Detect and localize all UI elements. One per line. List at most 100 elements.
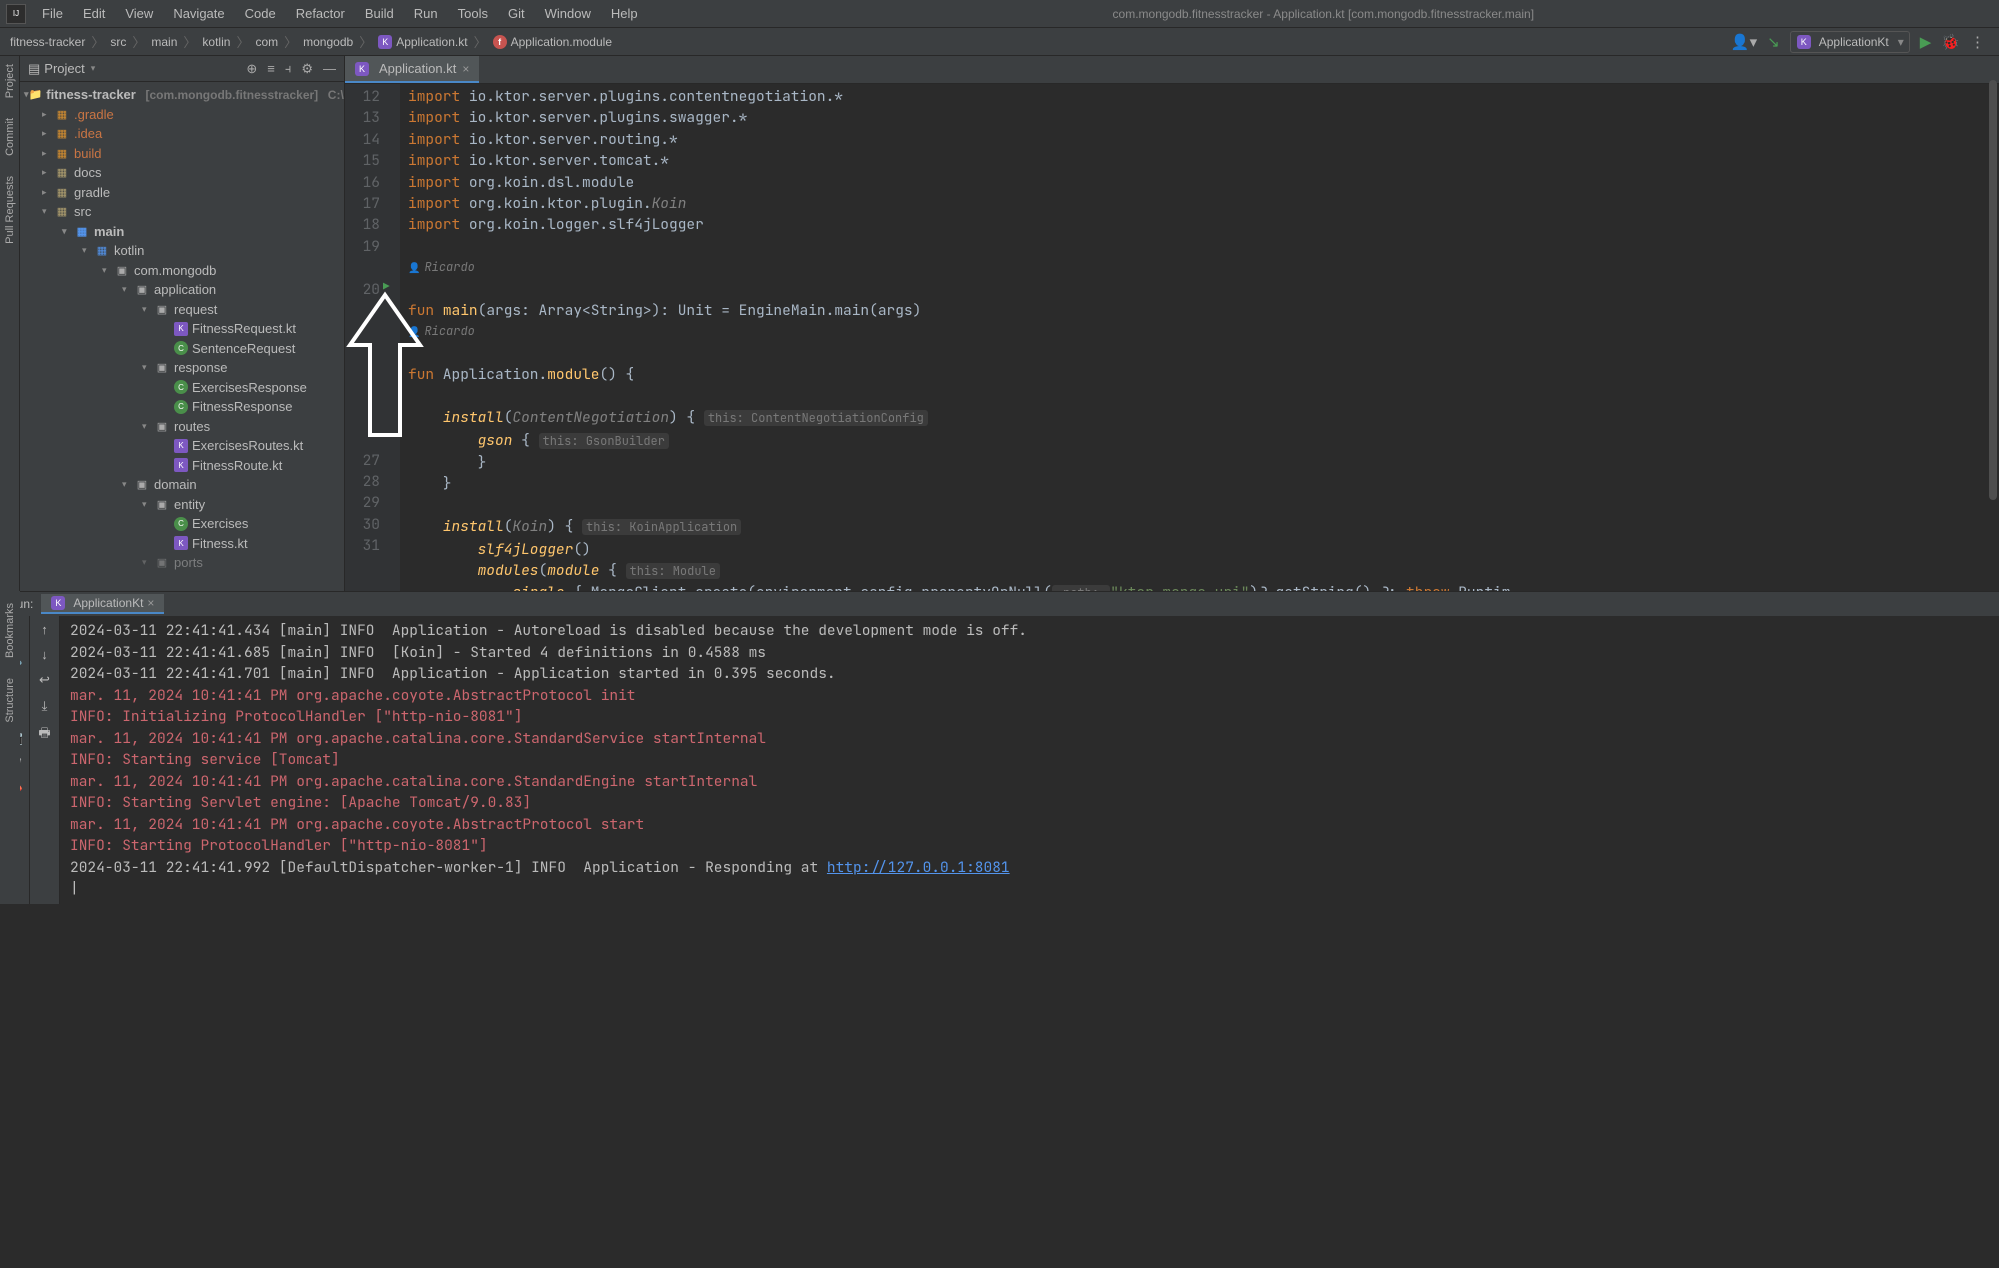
- run-body: ↻ 🔧 ■ ▣ 📷 🗑 📌 ↑ ↓ ↩ ⤓ 🖶 2024-03-11 22:41…: [0, 616, 1999, 904]
- more-actions-icon[interactable]: ⋮: [1970, 33, 1985, 51]
- rail-project[interactable]: Project: [4, 60, 16, 102]
- debug-button-icon[interactable]: 🐞: [1941, 33, 1960, 51]
- class-icon: C: [174, 341, 188, 355]
- folder-icon: ▦: [54, 186, 70, 199]
- kotlin-icon: K: [51, 596, 65, 610]
- user-icon[interactable]: 👤▾: [1731, 33, 1757, 51]
- menu-code[interactable]: Code: [235, 2, 286, 25]
- line-gutter: 12131415 16171819 20▶ 27 28293031: [345, 84, 400, 591]
- tree-item[interactable]: KExercisesRoutes.kt: [20, 436, 344, 456]
- down-arrow-icon[interactable]: ↓: [41, 647, 48, 662]
- kotlin-file-icon: K: [174, 458, 188, 472]
- menu-tools[interactable]: Tools: [448, 2, 498, 25]
- close-icon[interactable]: ×: [147, 596, 154, 610]
- chevron-down-icon[interactable]: ▾: [91, 63, 96, 74]
- package-icon: ▣: [154, 498, 170, 511]
- menu-window[interactable]: Window: [535, 2, 601, 25]
- tree-item[interactable]: CExercises: [20, 514, 344, 534]
- breadcrumb[interactable]: mongodb: [299, 35, 357, 49]
- class-icon: C: [174, 517, 188, 531]
- wrap-icon[interactable]: ↩: [39, 672, 50, 688]
- menu-refactor[interactable]: Refactor: [286, 2, 355, 25]
- tree-item[interactable]: ▸▦build: [20, 144, 344, 164]
- code-area[interactable]: import io.ktor.server.plugins.contentneg…: [400, 84, 1999, 591]
- hammer-build-icon[interactable]: ↘: [1767, 33, 1780, 51]
- tree-item[interactable]: ▾▣application: [20, 280, 344, 300]
- tree-root[interactable]: ▾📁 fitness-tracker [com.mongodb.fitnesst…: [20, 85, 344, 105]
- editor-tab-label: Application.kt: [379, 61, 456, 76]
- tree-item[interactable]: CFitnessResponse: [20, 397, 344, 417]
- window-title: com.mongodb.fitnesstracker - Application…: [648, 7, 1999, 21]
- left-tool-rail-bottom: Bookmarks Structure: [0, 591, 20, 871]
- breadcrumb[interactable]: main: [147, 35, 181, 49]
- console-output[interactable]: 2024-03-11 22:41:41.434 [main] INFO Appl…: [60, 616, 1999, 904]
- tree-item[interactable]: ▾▦main: [20, 222, 344, 242]
- toolbar-right: 👤▾ ↘ K ApplicationKt ▶ 🐞 ⋮: [1731, 31, 1993, 53]
- menu-git[interactable]: Git: [498, 2, 535, 25]
- menu-view[interactable]: View: [115, 2, 163, 25]
- tree-item[interactable]: ▸▦.gradle: [20, 105, 344, 125]
- tree-item[interactable]: KFitnessRequest.kt: [20, 319, 344, 339]
- tree-item[interactable]: KFitness.kt: [20, 534, 344, 554]
- tree-item[interactable]: CExercisesResponse: [20, 378, 344, 398]
- locate-icon[interactable]: ⊕: [246, 61, 257, 77]
- breadcrumb[interactable]: kotlin: [198, 35, 234, 49]
- print-icon[interactable]: 🖶: [38, 724, 50, 746]
- tree-item[interactable]: ▾▣entity: [20, 495, 344, 515]
- menu-navigate[interactable]: Navigate: [163, 2, 234, 25]
- tree-item[interactable]: ▾▣response: [20, 358, 344, 378]
- tree-item[interactable]: ▸▦gradle: [20, 183, 344, 203]
- rail-pull-requests[interactable]: Pull Requests: [4, 172, 16, 248]
- run-button-icon[interactable]: ▶: [1920, 33, 1932, 51]
- breadcrumb[interactable]: fitness-tracker: [6, 35, 89, 49]
- editor-body[interactable]: 12131415 16171819 20▶ 27 28293031 import…: [345, 84, 1999, 591]
- close-tab-icon[interactable]: ×: [462, 62, 469, 76]
- run-tab[interactable]: K ApplicationKt ×: [41, 594, 164, 614]
- run-config-selector[interactable]: K ApplicationKt: [1790, 31, 1910, 53]
- project-tree[interactable]: ▾📁 fitness-tracker [com.mongodb.fitnesst…: [20, 82, 344, 591]
- scroll-icon[interactable]: ⤓: [42, 698, 48, 714]
- folder-icon: ▦: [54, 127, 70, 140]
- breadcrumb[interactable]: KApplication.kt: [374, 35, 471, 49]
- project-icon: ▤: [28, 61, 40, 77]
- menu-file[interactable]: File: [32, 2, 73, 25]
- tree-item[interactable]: ▾▣routes: [20, 417, 344, 437]
- tree-item[interactable]: CSentenceRequest: [20, 339, 344, 359]
- package-icon: ▣: [154, 303, 170, 316]
- folder-icon: ▦: [74, 225, 90, 238]
- breadcrumb[interactable]: src: [106, 35, 130, 49]
- project-panel-title: Project: [44, 61, 84, 76]
- rail-commit[interactable]: Commit: [4, 114, 16, 160]
- kotlin-file-icon: K: [355, 62, 369, 76]
- collapse-all-icon[interactable]: ⫞: [285, 61, 292, 77]
- tree-item[interactable]: ▸▦.idea: [20, 124, 344, 144]
- expand-all-icon[interactable]: ≡: [267, 61, 275, 77]
- gutter-run-icon[interactable]: ▶: [383, 277, 390, 298]
- folder-icon: 📁: [29, 88, 43, 101]
- breadcrumb[interactable]: com: [251, 35, 282, 49]
- rail-structure[interactable]: Structure: [4, 674, 16, 727]
- up-arrow-icon[interactable]: ↑: [41, 622, 48, 637]
- menu-help[interactable]: Help: [601, 2, 648, 25]
- tree-item[interactable]: KFitnessRoute.kt: [20, 456, 344, 476]
- tree-item[interactable]: ▾▣com.mongodb: [20, 261, 344, 281]
- tree-item[interactable]: ▾▣ports: [20, 553, 344, 573]
- tree-item[interactable]: ▾▣request: [20, 300, 344, 320]
- settings-icon[interactable]: ⚙: [301, 61, 313, 77]
- editor-tab[interactable]: K Application.kt ×: [345, 56, 479, 83]
- run-panel: Run: K ApplicationKt × ↻ 🔧 ■ ▣ 📷 🗑 📌 ↑ ↓…: [0, 591, 1999, 904]
- tree-item[interactable]: ▾▣domain: [20, 475, 344, 495]
- menu-edit[interactable]: Edit: [73, 2, 115, 25]
- rail-bookmarks[interactable]: Bookmarks: [4, 599, 16, 662]
- hide-panel-icon[interactable]: —: [323, 61, 336, 77]
- tree-item[interactable]: ▾▦src: [20, 202, 344, 222]
- project-panel: ▤ Project ▾ ⊕ ≡ ⫞ ⚙ — ▾📁 fitness-tracker…: [20, 56, 345, 591]
- menu-build[interactable]: Build: [355, 2, 404, 25]
- inline-author: Ricardo: [408, 257, 1999, 278]
- tree-item[interactable]: ▾▦kotlin: [20, 241, 344, 261]
- menu-run[interactable]: Run: [404, 2, 448, 25]
- breadcrumb[interactable]: fApplication.module: [489, 35, 616, 49]
- url-link[interactable]: http://127.0.0.1:8081: [827, 858, 1010, 877]
- tree-item[interactable]: ▸▦docs: [20, 163, 344, 183]
- folder-icon: ▦: [54, 166, 70, 179]
